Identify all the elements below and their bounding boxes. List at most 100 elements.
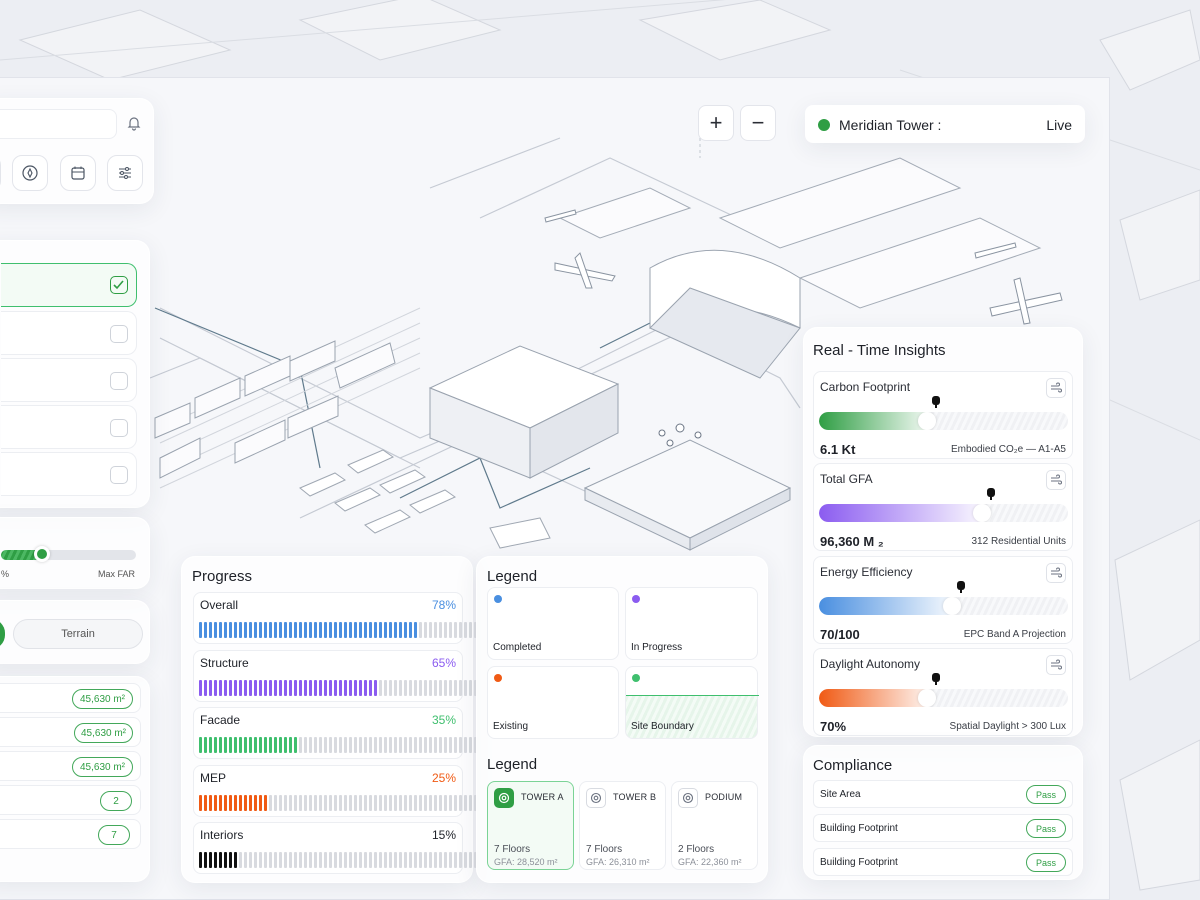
tower-card-podium[interactable]: PODIUM 2 Floors GFA: 22,360 m² — [671, 781, 758, 870]
legend-completed[interactable]: Completed — [487, 587, 619, 660]
insight-card[interactable]: Carbon Footprint 6.1 Kt Embodied CO₂e — A1… — [813, 371, 1073, 459]
bell-icon[interactable] — [126, 115, 142, 131]
progress-segment — [414, 795, 417, 811]
progress-segment — [269, 852, 272, 868]
insight-value: 70/100 — [820, 627, 860, 642]
progress-segment — [254, 737, 257, 753]
compliance-label: Site Area — [820, 789, 861, 800]
progress-segment — [204, 680, 207, 696]
progress-segment — [214, 795, 217, 811]
progress-item[interactable]: Interiors 15% — [193, 822, 477, 874]
insight-note: Embodied CO₂e — A1-A5 — [950, 444, 1066, 455]
view-toggle-active[interactable] — [0, 619, 5, 649]
area-list-panel: 45,630 m² 45,630 m² 45,630 m² 2 7 — [0, 676, 150, 882]
layer-checkbox[interactable] — [110, 276, 128, 294]
progress-segment — [414, 680, 417, 696]
progress-label: MEP — [200, 771, 227, 785]
progress-segment — [424, 852, 427, 868]
list-item[interactable]: 7 — [0, 819, 141, 849]
layers-tool-button[interactable] — [0, 155, 1, 191]
progress-item[interactable]: MEP 25% — [193, 765, 477, 817]
progress-segment — [249, 622, 252, 638]
calendar-tool-button[interactable] — [60, 155, 96, 191]
progress-segment — [364, 737, 367, 753]
live-status-label: Live — [1046, 117, 1072, 133]
layer-row[interactable] — [1, 452, 137, 496]
tower-card-b[interactable]: TOWER B 7 Floors GFA: 26,310 m² — [579, 781, 666, 870]
list-item[interactable]: 45,630 m² — [0, 751, 141, 781]
progress-segment — [319, 795, 322, 811]
progress-segment — [199, 795, 202, 811]
progress-segment — [214, 852, 217, 868]
progress-item[interactable]: Facade 35% — [193, 707, 477, 759]
progress-segment — [344, 622, 347, 638]
layer-checkbox[interactable] — [110, 372, 128, 390]
progress-segment — [424, 795, 427, 811]
project-status-bar[interactable]: Meridian Tower : Live — [805, 105, 1085, 143]
progress-segment — [299, 737, 302, 753]
wind-icon[interactable] — [1046, 378, 1066, 398]
legend-existing[interactable]: Existing — [487, 666, 619, 739]
list-item[interactable]: 45,630 m² — [0, 717, 141, 747]
insight-gauge — [819, 412, 1068, 430]
search-input[interactable] — [0, 109, 117, 139]
layer-row[interactable] — [1, 263, 137, 307]
progress-segment — [264, 680, 267, 696]
layer-checkbox[interactable] — [110, 325, 128, 343]
far-slider-handle[interactable] — [33, 546, 50, 562]
layer-row[interactable] — [1, 358, 137, 402]
layer-row[interactable] — [1, 311, 137, 355]
wind-icon[interactable] — [1046, 563, 1066, 583]
wind-icon[interactable] — [1046, 655, 1066, 675]
layer-checkbox[interactable] — [110, 466, 128, 484]
progress-segment — [379, 622, 382, 638]
tower-card-a[interactable]: TOWER A 7 Floors GFA: 28,520 m² — [487, 781, 574, 870]
progress-bar — [199, 622, 477, 638]
terrain-toggle-button[interactable]: Terrain — [13, 619, 143, 649]
tower-gfa: GFA: 22,360 m² — [678, 857, 742, 867]
legend-site-boundary[interactable]: Site Boundary — [625, 666, 759, 739]
progress-segment — [414, 622, 417, 638]
compass-tool-button[interactable] — [12, 155, 48, 191]
list-item[interactable]: 45,630 m² — [0, 683, 141, 713]
boundary-line — [626, 695, 759, 696]
layer-row[interactable] — [1, 405, 137, 449]
insight-card[interactable]: Total GFA 96,360 M ₂ 312 Residential Units — [813, 463, 1073, 551]
progress-bar — [199, 737, 477, 753]
progress-segment — [359, 737, 362, 753]
compliance-row[interactable]: Building Footprint Pass — [813, 848, 1073, 876]
list-item[interactable]: 2 — [0, 785, 141, 815]
progress-segment — [304, 737, 307, 753]
progress-segment — [319, 622, 322, 638]
zoom-in-button[interactable]: + — [698, 105, 734, 141]
filter-tool-button[interactable] — [107, 155, 143, 191]
progress-segment — [459, 852, 462, 868]
insight-title: Daylight Autonomy — [820, 657, 921, 671]
legend-title: Legend — [487, 568, 538, 585]
progress-segment — [219, 795, 222, 811]
insight-note: Spatial Daylight > 300 Lux — [949, 721, 1066, 732]
progress-segment — [464, 622, 467, 638]
progress-segment — [304, 622, 307, 638]
progress-segment — [394, 737, 397, 753]
legend-in-progress[interactable]: In Progress — [625, 587, 758, 660]
insight-title: Energy Efficiency — [820, 565, 913, 579]
compliance-row[interactable]: Site Area Pass — [813, 780, 1073, 808]
far-slider-track[interactable] — [1, 550, 136, 560]
progress-item[interactable]: Overall 78% — [193, 592, 477, 644]
progress-segment — [314, 622, 317, 638]
insight-card[interactable]: Energy Efficiency 70/100 EPC Band A Projec… — [813, 556, 1073, 644]
progress-segment — [469, 680, 472, 696]
progress-segment — [234, 852, 237, 868]
insight-card[interactable]: Daylight Autonomy 70% Spatial Daylight > 3… — [813, 648, 1073, 736]
area-badge: 45,630 m² — [72, 689, 133, 709]
progress-segment — [204, 737, 207, 753]
wind-icon[interactable] — [1046, 470, 1066, 490]
progress-segment — [209, 680, 212, 696]
compliance-row[interactable]: Building Footprint Pass — [813, 814, 1073, 842]
zoom-out-button[interactable]: − — [740, 105, 776, 141]
progress-item[interactable]: Structure 65% — [193, 650, 477, 702]
progress-segment — [439, 622, 442, 638]
layer-checkbox[interactable] — [110, 419, 128, 437]
progress-segment — [434, 795, 437, 811]
